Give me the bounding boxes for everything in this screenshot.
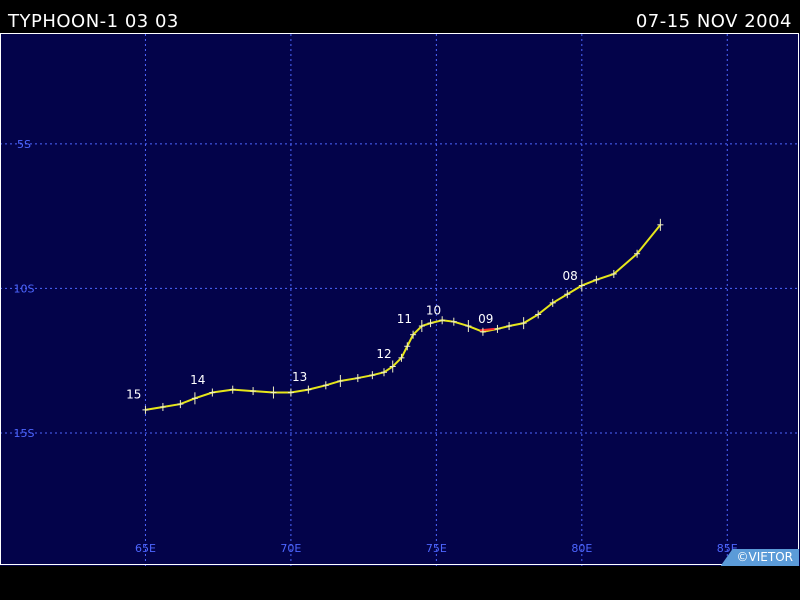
track-map-canvas: 65E 70E 75E 80E 85E5S10S15S0809101112131415 <box>0 34 800 566</box>
track-position-mark <box>506 322 513 331</box>
date-range: 07-15 NOV 2004 <box>635 11 792 32</box>
title-bar: TYPHOON-1 03 03 07-15 NOV 2004 <box>0 0 800 34</box>
track-position-mark <box>322 381 329 390</box>
track-position-mark <box>593 275 600 284</box>
latitude-label: 15S <box>14 427 35 440</box>
track-position-mark <box>465 320 472 333</box>
longitude-label: 80E <box>571 542 592 555</box>
longitude-label: 65E <box>135 542 156 555</box>
day-label: 09 <box>478 312 493 326</box>
map-labels: 65E 70E 75E 80E 85E5S10S15S0809101112131415 <box>14 138 738 555</box>
graticule <box>0 34 800 566</box>
track-position-mark <box>337 374 344 387</box>
day-label: 14 <box>190 373 205 387</box>
track-position-mark <box>418 320 425 333</box>
track-position-mark <box>354 374 361 383</box>
track-position-mark <box>209 388 216 397</box>
day-label: 15 <box>126 387 141 401</box>
track-position-mark <box>159 402 166 411</box>
track-position-mark <box>450 317 457 326</box>
track-position-mark <box>494 324 501 333</box>
track-position-mark <box>389 360 396 373</box>
track-position-mark <box>270 386 277 399</box>
latitude-label: 5S <box>17 138 31 151</box>
track-position-mark <box>229 385 236 394</box>
track-map: 65E 70E 75E 80E 85E 5S 10S 15S 08 09 10 11 12 13 14 15 <box>0 34 800 566</box>
track-position-mark <box>520 317 527 330</box>
day-label: 13 <box>292 370 307 384</box>
storm-title: TYPHOON-1 03 03 <box>8 11 179 32</box>
day-label: 12 <box>376 347 391 361</box>
credit-badge: ©VIETOR <box>720 549 799 566</box>
track-position-mark <box>191 392 198 405</box>
day-label: 10 <box>426 303 441 317</box>
track-position-mark <box>287 388 294 397</box>
longitude-label: 70E <box>280 542 301 555</box>
track-position-mark <box>578 279 585 292</box>
track-position-mark <box>305 385 312 394</box>
longitude-label: 75E <box>426 542 447 555</box>
track-position-mark <box>369 371 376 380</box>
day-label: 11 <box>397 312 412 326</box>
track-position-mark <box>142 405 149 414</box>
track-position-mark <box>564 290 571 299</box>
latitude-label: 10S <box>14 282 35 295</box>
track-position-mark <box>177 400 184 409</box>
day-label: 08 <box>563 269 578 283</box>
track-position-mark <box>381 368 387 377</box>
track-position-mark <box>427 319 434 328</box>
footer-bar <box>0 566 800 600</box>
track-position-mark <box>250 387 257 396</box>
